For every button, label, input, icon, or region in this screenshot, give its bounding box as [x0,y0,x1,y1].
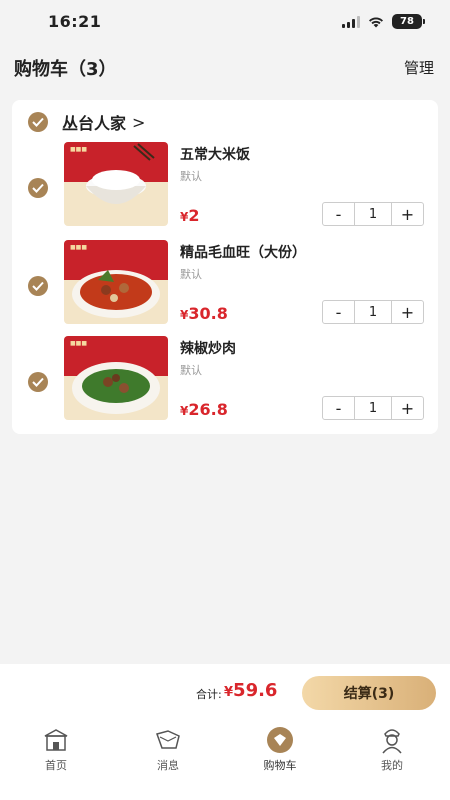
tab-home[interactable]: 首页 [16,726,96,773]
item-price: ¥30.8 [180,304,228,323]
item-spec: 默认 [180,268,202,281]
signal-icon [342,15,360,28]
item-name: 辣椒炒肉 [180,341,236,357]
wifi-icon [369,17,383,27]
shop-select-checkbox[interactable] [28,112,48,132]
quantity-stepper: - 1 + [322,202,424,226]
tab-label: 我的 [381,759,403,772]
tab-label: 首页 [45,759,67,772]
status-bar: 16:21 78 [0,0,450,44]
manage-button[interactable]: 管理 [404,57,434,78]
tab-profile[interactable]: 我的 [352,726,432,773]
item-name: 精品毛血旺（大份） [180,245,306,261]
decrease-button[interactable]: - [323,301,354,323]
quantity-value[interactable]: 1 [354,301,392,323]
tab-messages[interactable]: 消息 [128,726,208,773]
profile-icon [378,726,406,754]
decrease-button[interactable]: - [323,397,354,419]
page-header: 购物车（3） 管理 [0,44,450,90]
cart-item: ■■■ 五常大米饭 默认 ¥2 - 1 + [12,142,438,230]
item-image-rice[interactable]: ■■■ [64,142,168,226]
status-icons: 78 [342,14,425,29]
quantity-stepper: - 1 + [322,396,424,420]
quantity-stepper: - 1 + [322,300,424,324]
tab-bar: 首页 消息 购物车 我的 [0,720,450,800]
increase-button[interactable]: + [392,203,423,225]
check-icon [32,183,44,193]
chevron-right-icon: > [132,112,146,132]
total-label: 合计: [196,688,222,701]
tab-cart[interactable]: 购物车 [240,726,320,773]
message-icon [154,726,182,754]
item-select-checkbox[interactable] [28,178,48,198]
item-image-maoxuewang[interactable]: ■■■ [64,240,168,324]
cart-icon [266,726,294,754]
item-select-checkbox[interactable] [28,372,48,392]
decrease-button[interactable]: - [323,203,354,225]
item-select-checkbox[interactable] [28,276,48,296]
item-name: 五常大米饭 [180,147,250,163]
check-icon [32,117,44,127]
shop-card: 丛台人家 > ■■■ 五常大米饭 默认 ¥2 - 1 + ■■■ 精品毛血旺（大… [12,100,438,434]
shop-header[interactable]: 丛台人家 > [28,110,145,134]
checkout-bar: 合计: ¥59.6 结算(3) [0,664,450,720]
check-icon [32,377,44,387]
item-spec: 默认 [180,170,202,183]
tab-label: 购物车 [263,759,297,772]
status-time: 16:21 [48,12,102,31]
item-price: ¥26.8 [180,400,228,419]
checkout-button[interactable]: 结算(3) [302,676,436,710]
tab-label: 消息 [157,759,179,772]
home-icon [42,726,70,754]
item-image-lajiao-chaorou[interactable]: ■■■ [64,336,168,420]
item-spec: 默认 [180,364,202,377]
battery-level: 78 [400,16,414,27]
total-price: ¥59.6 [224,680,278,701]
quantity-value[interactable]: 1 [354,203,392,225]
increase-button[interactable]: + [392,397,423,419]
item-price: ¥2 [180,206,200,225]
cart-item: ■■■ 精品毛血旺（大份） 默认 ¥30.8 - 1 + [12,240,438,328]
shop-name: 丛台人家 [62,114,127,133]
quantity-value[interactable]: 1 [354,397,392,419]
page-title: 购物车（3） [14,59,117,80]
battery-icon: 78 [392,14,425,29]
cart-item: ■■■ 辣椒炒肉 默认 ¥26.8 - 1 + [12,336,438,424]
increase-button[interactable]: + [392,301,423,323]
check-icon [32,281,44,291]
